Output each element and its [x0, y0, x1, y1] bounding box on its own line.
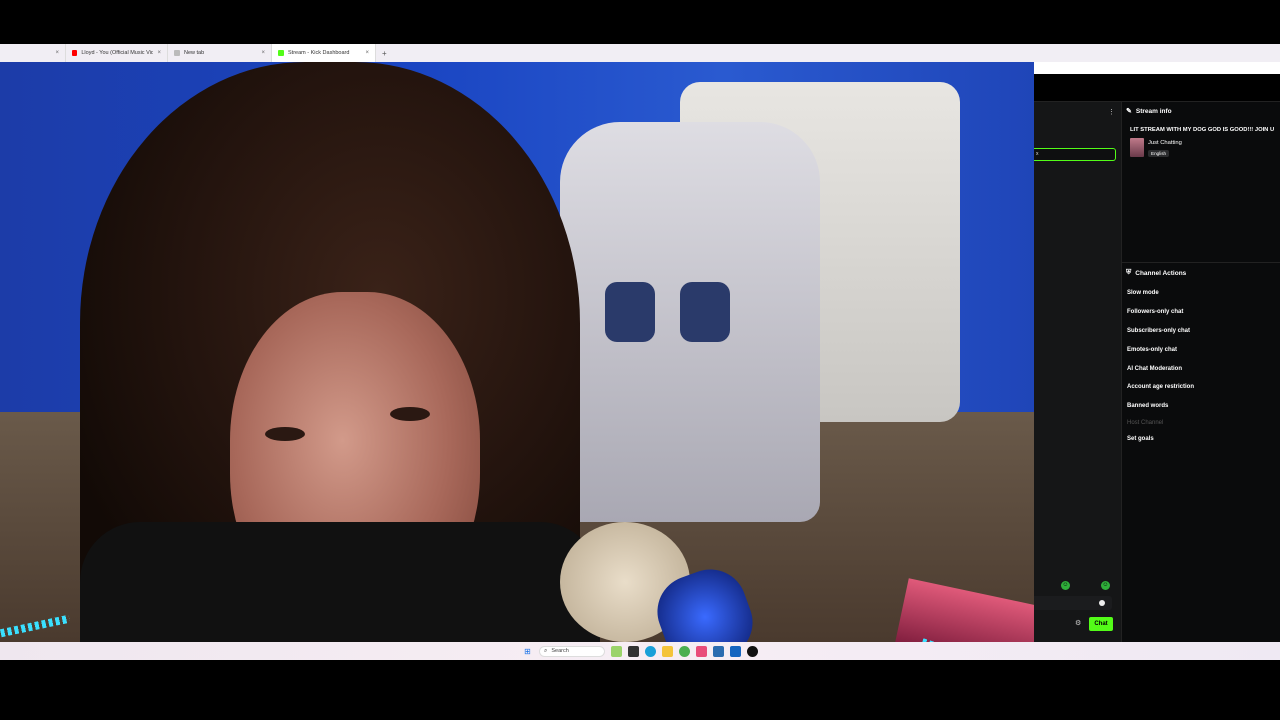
language-badge: English: [1148, 150, 1170, 157]
chat-filter-input[interactable]: x: [1034, 148, 1116, 161]
tab-close-icon[interactable]: ×: [157, 50, 161, 56]
video-gaming-chair: [560, 122, 820, 522]
youtube-favicon-icon: [72, 50, 78, 56]
category-thumbnail: [1130, 138, 1144, 157]
action-followers-only-chat[interactable]: Followers-only chat: [1127, 309, 1183, 315]
task-view-icon[interactable]: [628, 645, 639, 657]
tab-title: Stream - Kick Dashboard: [288, 50, 350, 56]
action-host-channel: Host Channel: [1127, 420, 1164, 426]
action-subscribers-only-chat[interactable]: Subscribers-only chat: [1127, 328, 1190, 334]
wrench-icon: ✎: [1126, 108, 1132, 115]
chat-panel: [1034, 102, 1122, 642]
emote-icon[interactable]: ☺: [1061, 581, 1070, 590]
tab-close-icon[interactable]: ×: [365, 50, 369, 56]
browser-tab-strip: × Lloyd - You (Official Music Video) × N…: [0, 44, 1280, 62]
tab-title: New tab: [184, 50, 205, 56]
new-tab-favicon-icon: [174, 50, 180, 56]
windows-start-icon[interactable]: ⊞: [522, 646, 533, 657]
gear-icon[interactable]: ⚙: [1075, 619, 1081, 627]
chat-send-button[interactable]: Chat: [1089, 617, 1113, 631]
browser-tab-kick-dashboard[interactable]: Stream - Kick Dashboard ×: [272, 44, 376, 62]
new-tab-button[interactable]: +: [382, 49, 387, 58]
browser-tab-new-tab[interactable]: New tab ×: [168, 44, 272, 62]
action-account-age-restriction[interactable]: Account age restriction: [1127, 384, 1194, 390]
windows-taskbar: ⊞ ⌕ Search: [0, 642, 1280, 660]
tab-close-icon[interactable]: ×: [261, 50, 265, 56]
shield-icon: ⛨: [1126, 269, 1132, 276]
obs-icon[interactable]: [747, 645, 758, 657]
tab-title: Lloyd - You (Official Music Video): [81, 50, 154, 56]
channel-actions-header: ⛨ Channel Actions: [1122, 264, 1280, 282]
tab-close-icon[interactable]: ×: [55, 50, 59, 56]
kick-favicon-icon: [278, 50, 284, 56]
widgets-icon[interactable]: [611, 645, 622, 657]
panel-divider: [1122, 262, 1280, 263]
stream-title[interactable]: LIT STREAM WITH MY DOG GOD IS GOOD!!! JO…: [1130, 127, 1274, 133]
action-slow-mode[interactable]: Slow mode: [1127, 290, 1159, 296]
browser-tab-youtube[interactable]: Lloyd - You (Official Music Video) ×: [66, 44, 168, 62]
chat-menu-icon[interactable]: ⋮: [1108, 108, 1115, 116]
chrome-icon[interactable]: [679, 645, 690, 657]
stream-category[interactable]: Just Chatting: [1148, 140, 1182, 146]
edge-icon[interactable]: [645, 645, 656, 657]
action-set-goals[interactable]: Set goals: [1127, 436, 1154, 442]
search-icon: ⌕: [544, 647, 548, 654]
letterbox-bottom: [0, 660, 1280, 720]
channel-actions-panel: ⛨ Channel Actions: [1122, 264, 1280, 284]
dashboard-top-bar: [1034, 74, 1280, 102]
taskbar-search-placeholder: Search: [551, 648, 569, 654]
stream-info-panel: ✎ Stream info: [1122, 102, 1280, 262]
stream-info-title: Stream info: [1135, 107, 1172, 115]
emoji-picker-icon[interactable]: [1099, 600, 1105, 606]
app-icon[interactable]: [713, 645, 724, 657]
action-emotes-only-chat[interactable]: Emotes-only chat: [1127, 347, 1177, 353]
stream-info-header: ✎ Stream info: [1122, 102, 1280, 120]
emote-icon[interactable]: ☺: [1101, 581, 1110, 590]
letterbox-top: [0, 0, 1280, 44]
webcam-video: [0, 62, 1034, 642]
taskbar-search[interactable]: ⌕ Search: [539, 645, 605, 657]
dashboard-top-strip: [1034, 62, 1280, 74]
video-person-shirt: [80, 522, 600, 642]
channel-actions-title: Channel Actions: [1135, 269, 1187, 277]
mail-icon[interactable]: [730, 645, 741, 657]
browser-tab-blank[interactable]: ×: [0, 44, 66, 62]
file-explorer-icon[interactable]: [662, 645, 673, 657]
action-ai-chat-moderation[interactable]: AI Chat Moderation: [1127, 366, 1182, 372]
action-banned-words[interactable]: Banned words: [1127, 403, 1168, 409]
store-icon[interactable]: [696, 645, 707, 657]
